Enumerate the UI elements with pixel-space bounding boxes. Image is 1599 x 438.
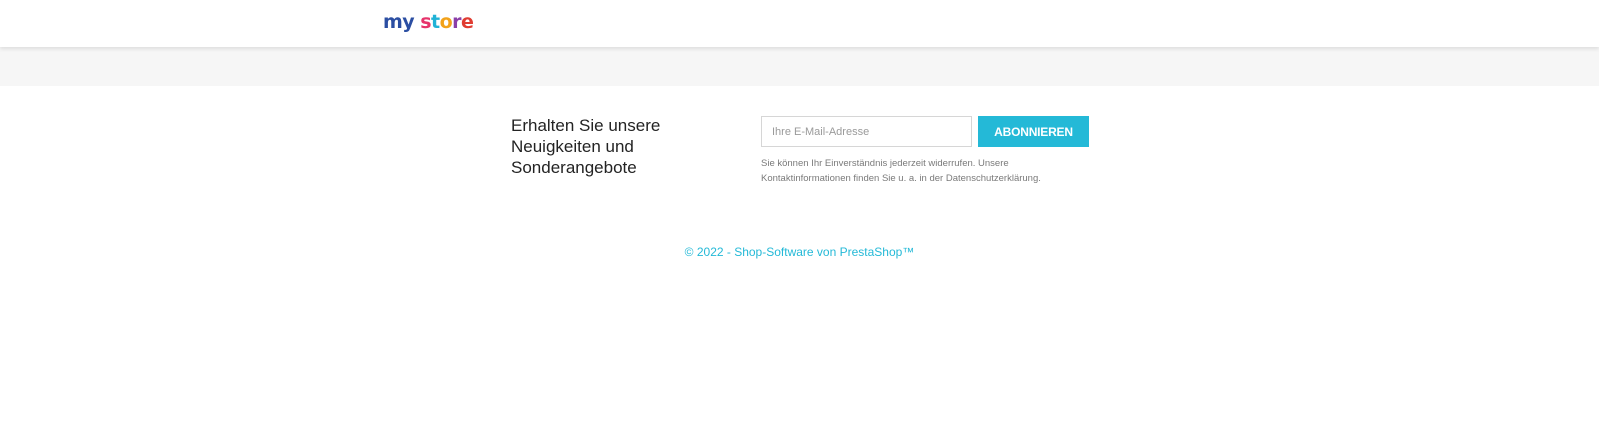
- newsletter-consent-text: Sie können Ihr Einverständnis jederzeit …: [761, 158, 1041, 184]
- breadcrumb-band: [0, 47, 1599, 86]
- store-logo[interactable]: my store: [383, 9, 474, 35]
- logo-text-my: my: [383, 11, 415, 33]
- newsletter-email-input[interactable]: [761, 116, 972, 147]
- copyright-link[interactable]: © 2022 - Shop-Software von PrestaShop™: [685, 245, 915, 259]
- newsletter-title: Erhalten Sie unsere Neuigkeiten und Sond…: [511, 116, 661, 177]
- site-header: my store: [0, 0, 1599, 47]
- subscribe-button[interactable]: ABONNIEREN: [978, 116, 1089, 147]
- footer-copyright: © 2022 - Shop-Software von PrestaShop™: [0, 244, 1599, 260]
